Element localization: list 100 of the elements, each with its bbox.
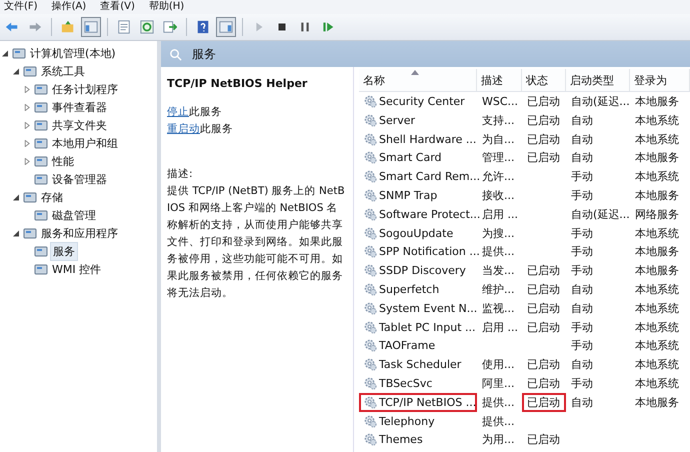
table-cell-text: 手动 xyxy=(570,244,594,260)
table-cell-text: 监视... xyxy=(481,300,516,317)
table-cell-text: 自动 xyxy=(570,112,594,129)
table-cell-text: 本地服务 xyxy=(634,94,680,110)
table-cell-text: 本地系统 xyxy=(634,282,680,298)
column-header[interactable]: 登录为 xyxy=(630,69,690,91)
tree-item[interactable]: 系统工具 xyxy=(39,62,87,80)
table-cell-text: 本地系统 xyxy=(634,376,680,392)
service-name-cell[interactable]: Themes xyxy=(359,430,477,450)
forward-icon xyxy=(28,20,42,34)
table-cell-text: 允许... xyxy=(481,169,516,186)
table-cell-text: 为自... xyxy=(481,132,516,148)
table-cell-text: 已启动 xyxy=(526,94,561,110)
sort-arrow-icon xyxy=(411,70,419,75)
table-cell-text: 本地系统 xyxy=(634,320,680,336)
tree-item[interactable]: 事件查看器 xyxy=(50,98,109,116)
menu-item[interactable]: 操作(A) xyxy=(52,0,86,14)
column-header[interactable]: 描述 xyxy=(477,69,522,91)
service-name-cell[interactable]: Smart Card Rem... xyxy=(359,167,477,186)
gear-icon xyxy=(364,114,377,127)
service-name-cell[interactable]: SPP Notification ... xyxy=(359,242,477,262)
back-icon xyxy=(5,20,19,34)
description-text: 提供 TCP/IP (NetBT) 服务上的 NetBIOS 和网络上客户端的 NetBIOS 名称解析的支持，从而使用户能够共享文件、打印和登录到网络。如果此服务被停用，这些功能可能不可用。如果此服务被禁用，任何依赖它的服务将无法启动。 xyxy=(167,184,346,301)
service-name-cell[interactable]: TAOFrame xyxy=(359,336,477,356)
table-cell-text: 已启动 xyxy=(526,150,561,166)
table-cell-text: 手动 xyxy=(570,263,594,280)
tree-item[interactable]: 存储 xyxy=(39,188,65,206)
export-icon xyxy=(163,20,177,34)
table-cell-text: 自动 xyxy=(570,357,594,374)
service-name-cell[interactable]: SNMP Trap xyxy=(359,186,477,205)
tree-item[interactable]: 本地用户和组 xyxy=(50,134,120,152)
service-name-cell[interactable]: Smart Card xyxy=(359,148,477,168)
service-name-cell[interactable]: Server xyxy=(359,110,477,130)
table-cell-text: 提供... xyxy=(481,414,516,430)
tree-item[interactable]: 性能 xyxy=(50,152,76,170)
service-name-cell[interactable]: SogouUpdate xyxy=(359,224,477,243)
table-cell-text: 手动 xyxy=(570,226,594,242)
menu-item[interactable]: 文件(F) xyxy=(4,0,38,14)
service-name-cell[interactable]: SSDP Discovery xyxy=(359,261,477,280)
column-header[interactable]: 名称 xyxy=(359,69,477,91)
table-cell-text: 已启动 xyxy=(526,320,561,336)
service-title: TCP/IP NetBIOS Helper xyxy=(167,76,308,92)
table-cell-text: 本地服务 xyxy=(634,394,680,411)
gear-icon xyxy=(364,302,377,315)
service-name-cell[interactable]: Security Center xyxy=(359,92,477,111)
table-cell-text: 已启动 xyxy=(526,282,561,298)
column-header[interactable]: 启动类型 xyxy=(566,69,630,91)
table-cell-text: 本地系统 xyxy=(634,226,680,242)
table-cell-text: 管理... xyxy=(481,150,516,166)
service-name-cell[interactable]: Shell Hardware ... xyxy=(359,130,477,149)
collapse-arrow-icon[interactable] xyxy=(13,230,19,236)
tree-item[interactable]: 共享文件夹 xyxy=(50,116,109,134)
collapse-arrow-icon[interactable] xyxy=(2,50,8,56)
table-cell-text: 接收... xyxy=(481,188,516,204)
resume-icon xyxy=(321,20,335,34)
table-cell-text: 本地系统 xyxy=(634,169,680,186)
gear-icon xyxy=(364,433,377,446)
service-name-cell[interactable]: Task Scheduler xyxy=(359,355,477,374)
table-cell-text: 本地系统 xyxy=(634,357,680,374)
tree-item[interactable]: 磁盘管理 xyxy=(50,206,98,224)
service-name-cell[interactable]: Software Protect... xyxy=(359,204,477,224)
expand-arrow-icon[interactable] xyxy=(24,140,30,146)
action-link[interactable]: 重启动 xyxy=(167,123,200,135)
service-name-cell[interactable]: System Event N... xyxy=(359,298,477,318)
menu-item[interactable]: 帮助(H) xyxy=(148,0,184,14)
service-name-cell[interactable]: Telephony xyxy=(359,412,477,431)
gear-icon xyxy=(364,170,377,184)
menu-item[interactable]: 查看(V) xyxy=(100,0,135,14)
table-cell-text: WSC... xyxy=(481,94,520,110)
tree-item[interactable]: 设备管理器 xyxy=(50,170,109,188)
table-cell-text: 自动(延迟... xyxy=(570,206,630,223)
table-cell-text: 本地系统 xyxy=(634,300,680,317)
table-cell-text: 本地服务 xyxy=(634,188,680,204)
table-cell-text: 已启动 xyxy=(526,300,561,317)
gear-icon xyxy=(364,188,377,202)
collapse-arrow-icon[interactable] xyxy=(13,194,19,200)
tree-item[interactable]: 服务和应用程序 xyxy=(39,224,120,242)
tree-item[interactable]: WMI 控件 xyxy=(50,260,104,278)
table-cell-text: 已启动 xyxy=(526,357,561,374)
tree-item[interactable]: 服务 xyxy=(50,242,78,260)
service-name-cell[interactable]: Tablet PC Input ... xyxy=(359,318,477,337)
expand-arrow-icon[interactable] xyxy=(24,86,30,92)
expand-arrow-icon[interactable] xyxy=(24,158,30,164)
collapse-arrow-icon[interactable] xyxy=(13,68,19,74)
action-link[interactable]: 停止 xyxy=(167,106,189,118)
table-cell-text: 自动 xyxy=(570,132,594,148)
tree-item[interactable]: 计算机管理(本地) xyxy=(28,44,118,62)
column-header[interactable]: 状态 xyxy=(522,69,566,91)
tree-item[interactable]: 任务计划程序 xyxy=(50,80,120,98)
gear-icon xyxy=(364,95,377,108)
expand-arrow-icon[interactable] xyxy=(24,122,30,128)
table-cell-text: 自动 xyxy=(570,300,594,317)
table-cell-text: 提供... xyxy=(481,394,516,411)
table-cell-text: 本地服务 xyxy=(634,263,680,280)
table-cell-text: 手动 xyxy=(570,188,594,204)
gear-icon xyxy=(364,245,377,258)
expand-arrow-icon[interactable] xyxy=(24,104,30,110)
service-name-cell[interactable]: TCP/IP NetBIOS ... xyxy=(359,392,477,412)
service-name-cell[interactable]: Superfetch xyxy=(359,280,477,299)
service-name-cell[interactable]: TBSecSvc xyxy=(359,374,477,393)
